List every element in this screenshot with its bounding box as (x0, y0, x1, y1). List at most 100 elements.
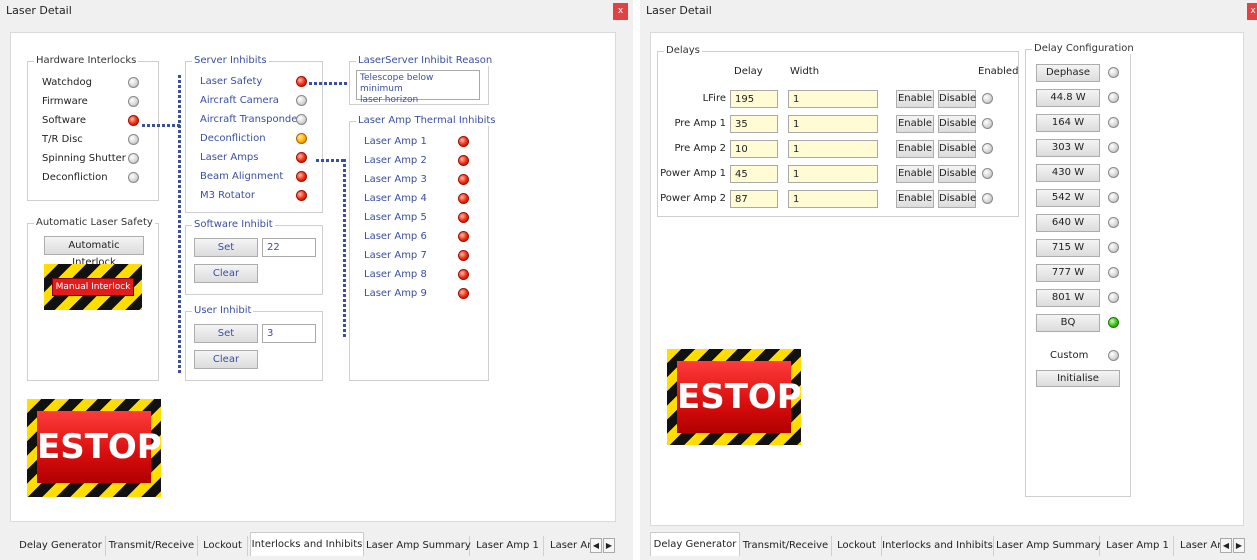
delay-config-button[interactable]: 715 W (1036, 239, 1100, 257)
tab-laser-amp-1[interactable]: Laser Amp 1 (472, 536, 544, 556)
tab-transmit-receive[interactable]: Transmit/Receive (106, 536, 198, 556)
delay-config-button[interactable]: 430 W (1036, 164, 1100, 182)
config-status-led (1108, 267, 1119, 278)
status-led-icon (128, 96, 139, 107)
inhibit-reason-text: Telescope below minimum laser horizon (356, 70, 480, 105)
enable-button[interactable]: Enable (896, 90, 934, 108)
thermal-status-led-icon (458, 174, 469, 185)
width-input[interactable]: 1 (788, 90, 878, 108)
thermal-status-led-icon (458, 212, 469, 223)
connector-line (343, 159, 346, 339)
hardware-interlock-label: Deconfliction (42, 172, 108, 183)
delay-input[interactable]: 10 (730, 140, 778, 158)
user-set-button[interactable]: Set (194, 324, 258, 343)
disable-button[interactable]: Disable (938, 140, 976, 158)
inhibit-reason-group: LaserServer Inhibit Reason Telescope bel… (349, 55, 495, 105)
enabled-status-led (982, 118, 993, 129)
width-input[interactable]: 1 (788, 165, 878, 183)
tab-laser-amp-1[interactable]: Laser Amp 1 (1102, 536, 1174, 556)
disable-button[interactable]: Disable (938, 165, 976, 183)
delay-config-button[interactable]: 801 W (1036, 289, 1100, 307)
delay-config-button[interactable]: 640 W (1036, 214, 1100, 232)
delay-config-button[interactable]: Dephase (1036, 64, 1100, 82)
delay-column-header: Delay (734, 66, 763, 77)
group-title: Delays (664, 45, 702, 56)
tab-laser-amp-truncated[interactable]: Laser Am (1180, 536, 1220, 556)
delay-config-button[interactable]: 542 W (1036, 189, 1100, 207)
tab-transmit-receive[interactable]: Transmit/Receive (740, 536, 832, 556)
tab-laser-amp-summary[interactable]: Laser Amp Summary (366, 536, 471, 556)
tab-scroll-left-icon[interactable]: ◀ (590, 538, 602, 553)
status-led-icon (128, 77, 139, 88)
width-input[interactable]: 1 (788, 140, 878, 158)
group-title: Software Inhibit (192, 219, 275, 230)
disable-button[interactable]: Disable (938, 115, 976, 133)
delay-config-button[interactable]: 777 W (1036, 264, 1100, 282)
tab-laser-amp-truncated[interactable]: Laser Am (550, 536, 590, 556)
user-inhibit-input[interactable]: 3 (262, 324, 316, 343)
delay-input[interactable]: 45 (730, 165, 778, 183)
delay-row-label: Pre Amp 2 (674, 143, 726, 154)
enable-button[interactable]: Enable (896, 190, 934, 208)
tab-lockout[interactable]: Lockout (198, 536, 248, 556)
tab-content: Hardware Interlocks Watchdog Firmware Soft… (10, 32, 616, 522)
tab-scroll-right-icon[interactable]: ▶ (603, 538, 615, 553)
enable-button[interactable]: Enable (896, 140, 934, 158)
delay-input[interactable]: 195 (730, 90, 778, 108)
status-led-icon (296, 133, 307, 144)
enable-button[interactable]: Enable (896, 165, 934, 183)
thermal-status-led-icon (458, 193, 469, 204)
config-status-led (1108, 117, 1119, 128)
width-input[interactable]: 1 (788, 190, 878, 208)
status-led-icon (128, 153, 139, 164)
reason-line-1: Telescope below minimum (360, 73, 434, 94)
close-button[interactable]: x (613, 3, 628, 20)
tab-delay-generator[interactable]: Delay Generator (650, 532, 740, 556)
delay-config-button[interactable]: 44.8 W (1036, 89, 1100, 107)
estop-button[interactable]: ESTOP (677, 361, 802, 433)
disable-button[interactable]: Disable (938, 190, 976, 208)
delay-config-button[interactable]: BQ (1036, 314, 1100, 332)
config-status-led (1108, 192, 1119, 203)
server-inhibits-group: Server Inhibits Laser Safety Aircraft Cam… (185, 55, 323, 213)
initialise-button[interactable]: Initialise (1036, 370, 1120, 387)
tab-interlocks-and-inhibits[interactable]: Interlocks and Inhibits (882, 536, 994, 556)
tab-laser-amp-summary[interactable]: Laser Amp Summary (996, 536, 1101, 556)
delay-row-label: Power Amp 1 (660, 168, 726, 179)
width-input[interactable]: 1 (788, 115, 878, 133)
laser-amp-label: Laser Amp 6 (364, 231, 427, 242)
laser-amp-label: Laser Amp 7 (364, 250, 427, 261)
close-button[interactable]: x (1247, 3, 1257, 20)
tab-scroll-left-icon[interactable]: ◀ (1220, 538, 1232, 553)
disable-button[interactable]: Disable (938, 90, 976, 108)
status-led-icon (296, 171, 307, 182)
enable-button[interactable]: Enable (896, 115, 934, 133)
software-clear-button[interactable]: Clear (194, 264, 258, 283)
config-status-led (1108, 92, 1119, 103)
user-clear-button[interactable]: Clear (194, 350, 258, 369)
tab-delay-generator[interactable]: Delay Generator (16, 536, 106, 556)
thermal-status-led-icon (458, 136, 469, 147)
server-inhibit-label: Laser Safety (200, 76, 263, 87)
connector-line (316, 159, 344, 162)
tab-lockout[interactable]: Lockout (832, 536, 882, 556)
tab-interlocks-and-inhibits[interactable]: Interlocks and Inhibits (250, 532, 364, 556)
delay-input[interactable]: 35 (730, 115, 778, 133)
tab-bar: Delay Generator Transmit/Receive Lockout… (0, 530, 633, 560)
delay-config-button[interactable]: 164 W (1036, 114, 1100, 132)
tab-scroll-right-icon[interactable]: ▶ (1233, 538, 1245, 553)
delay-row-label: LFire (702, 93, 726, 104)
hardware-interlock-label: T/R Disc (42, 134, 83, 145)
laser-amp-label: Laser Amp 8 (364, 269, 427, 280)
width-column-header: Width (790, 66, 820, 77)
delay-config-button[interactable]: 303 W (1036, 139, 1100, 157)
software-set-button[interactable]: Set (194, 238, 258, 257)
group-title: User Inhibit (192, 305, 254, 316)
hardware-interlocks-group: Hardware Interlocks Watchdog Firmware Soft… (27, 55, 159, 201)
software-inhibit-input[interactable]: 22 (262, 238, 316, 257)
automatic-interlock-button[interactable]: Automatic Interlock (44, 236, 144, 268)
manual-interlock-button[interactable]: Manual Interlock (52, 278, 134, 296)
delay-input[interactable]: 87 (730, 190, 778, 208)
enabled-status-led (982, 168, 993, 179)
estop-button[interactable]: ESTOP (37, 411, 162, 483)
